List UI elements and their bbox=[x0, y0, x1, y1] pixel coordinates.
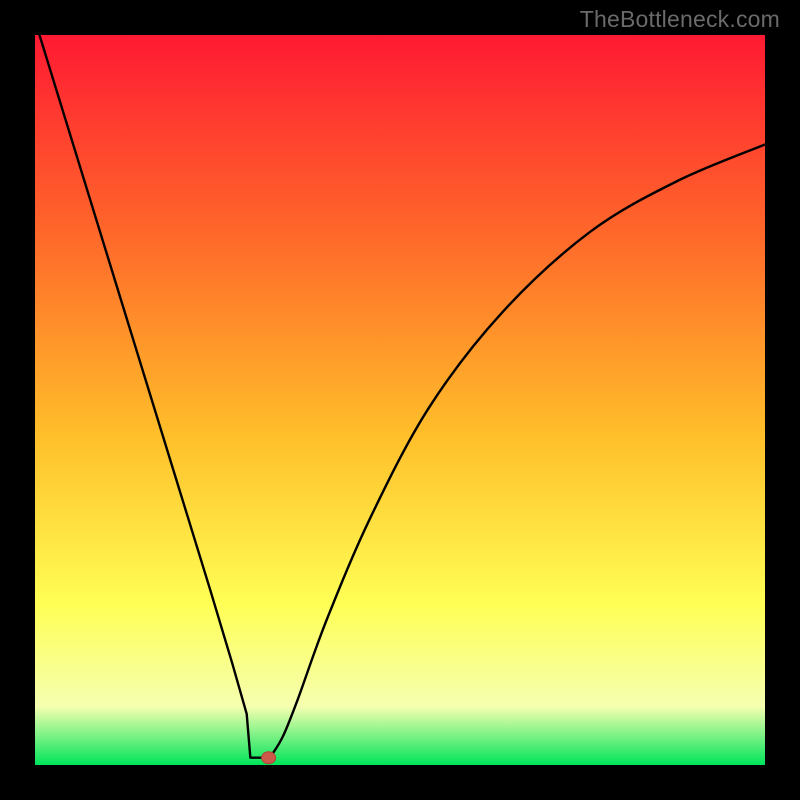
watermark-text: TheBottleneck.com bbox=[580, 6, 780, 33]
gradient-background bbox=[35, 35, 765, 765]
bottleneck-chart bbox=[35, 35, 765, 765]
plot-area bbox=[35, 35, 765, 765]
minimum-marker bbox=[262, 752, 276, 764]
chart-frame: TheBottleneck.com bbox=[0, 0, 800, 800]
